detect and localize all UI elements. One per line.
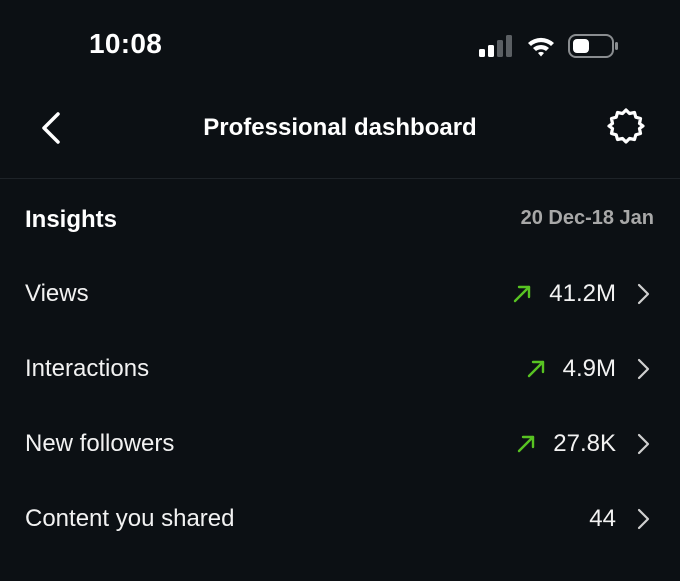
cellular-signal-icon — [478, 35, 514, 62]
trend-up-arrow-icon — [525, 358, 547, 380]
metric-row-content-you-shared[interactable]: Content you shared 44 — [0, 482, 680, 557]
metric-value: 41.2M — [549, 280, 616, 307]
status-time: 10:08 — [89, 28, 163, 59]
insights-section-header: Insights 20 Dec-18 Jan — [0, 179, 680, 257]
metric-right: 41.2M — [511, 277, 650, 311]
metric-row-interactions[interactable]: Interactions 4.9M — [0, 332, 680, 407]
metric-label: Views — [25, 280, 89, 307]
date-range: 20 Dec-18 Jan — [520, 207, 654, 229]
wifi-icon — [526, 35, 556, 62]
status-icons — [478, 34, 620, 63]
trend-up-arrow-icon — [511, 283, 533, 305]
metric-label: Content you shared — [25, 505, 235, 532]
insights-title: Insights — [25, 206, 118, 233]
settings-button[interactable] — [606, 107, 646, 150]
metric-label: Interactions — [25, 355, 150, 382]
metric-value: 44 — [589, 505, 616, 532]
metric-right: 44 — [589, 502, 650, 536]
top-app-bar: Professional dashboard — [0, 90, 680, 178]
chevron-right-icon — [636, 433, 650, 455]
metric-list: Views 41.2M Interactions 4.9M New follow… — [0, 257, 680, 557]
gear-icon — [607, 107, 645, 150]
metric-row-new-followers[interactable]: New followers 27.8K — [0, 407, 680, 482]
metric-value: 4.9M — [562, 355, 616, 382]
metric-right: 27.8K — [515, 427, 650, 461]
page-title: Professional dashboard — [203, 114, 477, 141]
metric-right: 4.9M — [525, 352, 650, 386]
chevron-right-icon — [636, 358, 650, 380]
chevron-right-icon — [636, 508, 650, 530]
status-bar: 10:08 — [0, 0, 680, 90]
metric-row-views[interactable]: Views 41.2M — [0, 257, 680, 332]
trend-up-arrow-icon — [515, 433, 537, 455]
metric-label: New followers — [25, 430, 175, 457]
metric-value: 27.8K — [553, 430, 616, 457]
battery-icon — [568, 34, 620, 63]
chevron-right-icon — [636, 283, 650, 305]
